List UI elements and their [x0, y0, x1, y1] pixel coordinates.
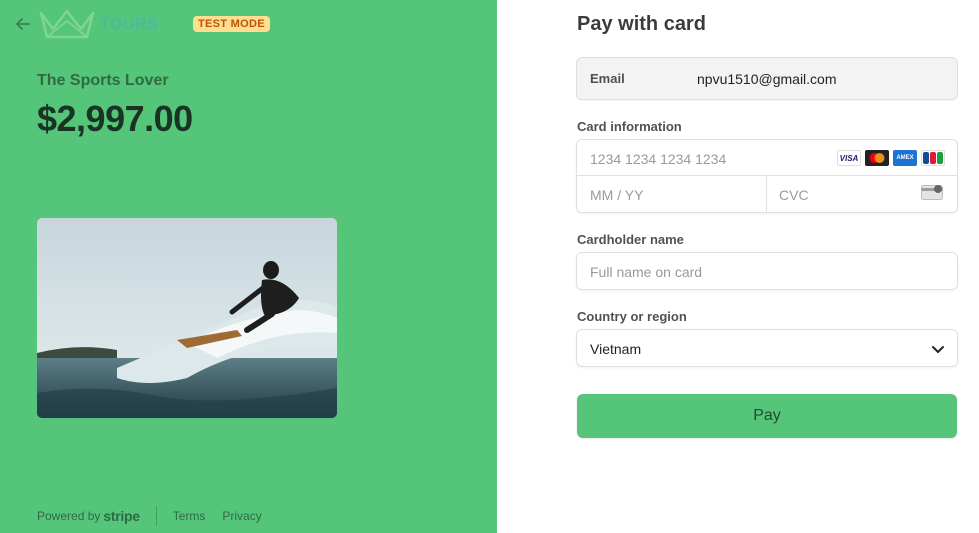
cardholder-name-label: Cardholder name — [577, 232, 684, 247]
card-information-label: Card information — [577, 119, 682, 134]
form-title: Pay with card — [577, 13, 706, 35]
chevron-down-icon — [931, 342, 945, 356]
price: $2,997.00 — [37, 98, 193, 139]
privacy-link[interactable]: Privacy — [222, 509, 261, 523]
card-information-field: 1234 1234 1234 1234 VISA AMEX MM / YY CV… — [576, 139, 958, 213]
card-number-row[interactable]: 1234 1234 1234 1234 VISA AMEX — [577, 140, 957, 176]
cvc-card-icon — [921, 185, 943, 200]
country-value: Vietnam — [590, 341, 642, 357]
expiry-input[interactable]: MM / YY — [590, 187, 643, 203]
cardholder-name-placeholder: Full name on card — [590, 264, 703, 280]
cardholder-name-input[interactable]: Full name on card — [576, 252, 958, 290]
jcb-icon — [921, 150, 945, 166]
test-mode-badge: TEST MODE — [193, 16, 270, 32]
powered-by-text: Powered by — [37, 509, 101, 523]
brand-name: TOURS — [100, 16, 159, 33]
footer-divider — [155, 506, 157, 526]
terms-link[interactable]: Terms — [173, 509, 206, 523]
amex-icon: AMEX — [893, 150, 917, 166]
crown-logo-icon — [37, 9, 97, 41]
visa-icon: VISA — [837, 150, 861, 166]
country-label: Country or region — [577, 309, 687, 324]
card-expiry-cvc-row: MM / YY CVC — [577, 176, 957, 212]
country-select[interactable]: Vietnam — [576, 329, 958, 367]
field-divider — [766, 176, 767, 212]
email-field[interactable]: Email npvu1510@gmail.com — [576, 57, 958, 100]
card-number-input[interactable]: 1234 1234 1234 1234 — [590, 151, 726, 167]
product-panel: TOURS TEST MODE The Sports Lover $2,997.… — [0, 0, 497, 533]
product-name: The Sports Lover — [37, 72, 169, 89]
mastercard-icon — [865, 150, 889, 166]
email-label: Email — [590, 71, 625, 86]
product-image — [37, 218, 337, 418]
stripe-footer: Powered by stripe Terms Privacy — [37, 506, 279, 526]
back-arrow-icon[interactable] — [14, 15, 32, 33]
stripe-logo[interactable]: stripe — [103, 508, 140, 524]
email-value[interactable]: npvu1510@gmail.com — [697, 71, 837, 87]
cvc-input[interactable]: CVC — [779, 187, 809, 203]
pay-button[interactable]: Pay — [577, 394, 957, 438]
card-brands: VISA AMEX — [837, 150, 945, 166]
